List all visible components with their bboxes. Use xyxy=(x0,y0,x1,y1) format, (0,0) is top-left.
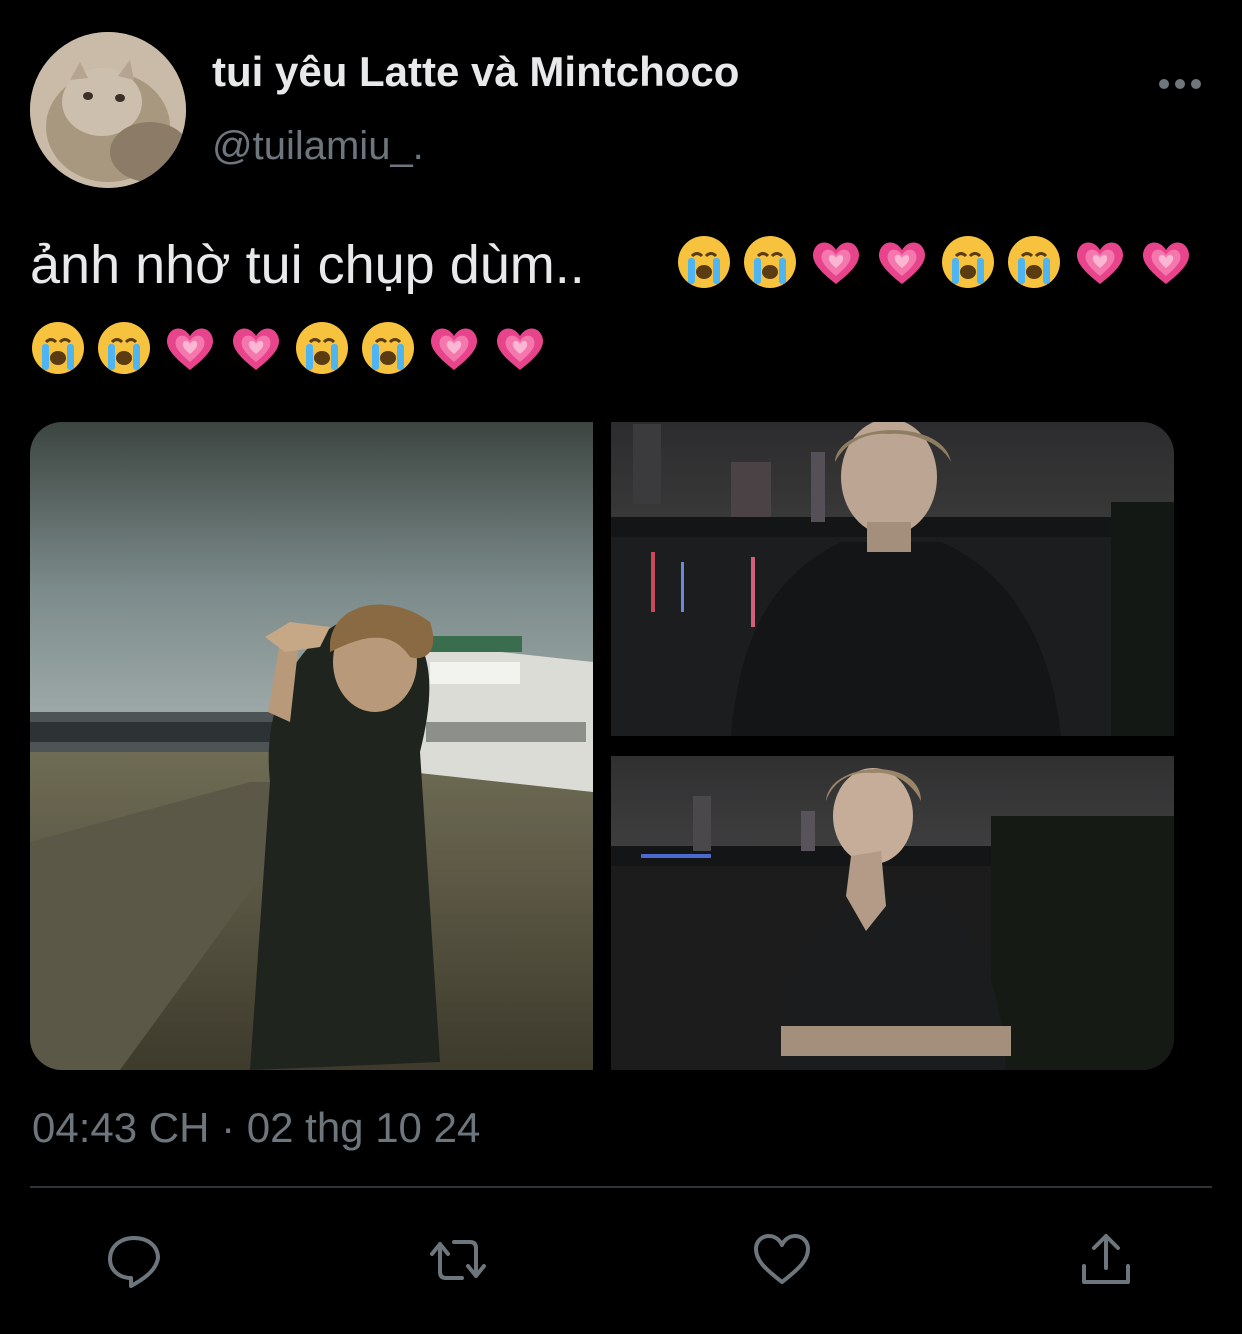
growing-heart-icon xyxy=(1076,242,1124,284)
share-icon[interactable] xyxy=(1076,1230,1136,1290)
loudly-crying-face-icon xyxy=(942,236,994,288)
emoji-line-2 xyxy=(30,318,1210,378)
reply-icon[interactable] xyxy=(104,1230,164,1290)
growing-heart-icon xyxy=(1142,242,1190,284)
more-options-icon[interactable] xyxy=(1150,64,1210,104)
growing-heart-icon xyxy=(166,328,214,370)
growing-heart-icon xyxy=(430,328,478,370)
photo-riverside-peace-sign[interactable] xyxy=(30,422,593,1070)
growing-heart-icon xyxy=(232,328,280,370)
loudly-crying-face-icon xyxy=(744,236,796,288)
loudly-crying-face-icon xyxy=(678,236,730,288)
user-handle[interactable]: @tuilamiu_. xyxy=(212,124,424,169)
tweet-timestamp[interactable]: 04:43 CH · 02 thg 10 24 xyxy=(32,1104,480,1152)
loudly-crying-face-icon xyxy=(362,322,414,374)
display-name[interactable]: tui yêu Latte và Mintchoco xyxy=(212,48,739,96)
loudly-crying-face-icon xyxy=(32,322,84,374)
growing-heart-icon xyxy=(496,328,544,370)
photo-river-night-hand-on-chin[interactable] xyxy=(611,756,1174,1070)
loudly-crying-face-icon xyxy=(98,322,150,374)
growing-heart-icon xyxy=(812,242,860,284)
photo-river-night-portrait[interactable] xyxy=(611,422,1174,736)
tweet-text-content: ảnh nhờ tui chụp dùm.. xyxy=(30,235,585,295)
avatar[interactable] xyxy=(30,32,186,188)
retweet-icon[interactable] xyxy=(428,1230,488,1290)
loudly-crying-face-icon xyxy=(1008,236,1060,288)
loudly-crying-face-icon xyxy=(296,322,348,374)
like-icon[interactable] xyxy=(752,1230,812,1290)
emoji-line-1 xyxy=(676,232,1194,292)
media-grid xyxy=(30,422,1174,1070)
divider xyxy=(30,1186,1212,1188)
growing-heart-icon xyxy=(878,242,926,284)
